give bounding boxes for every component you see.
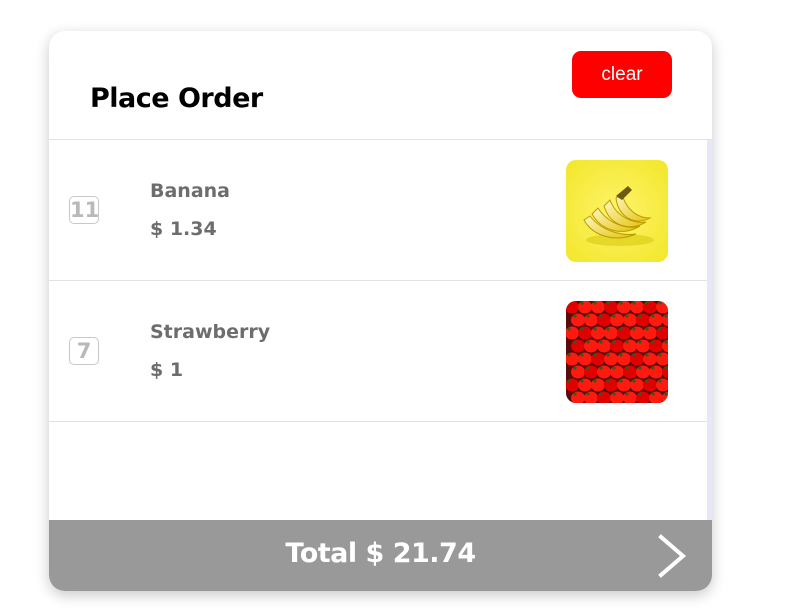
item-name: Strawberry [150,321,271,343]
item-price: $ 1.34 [150,218,217,240]
clear-button[interactable]: clear [572,51,672,98]
list-item: 7 Strawberry $ 1 [49,281,707,422]
banana-image [566,160,668,262]
list-item: 11 Banana $ 1.34 [49,140,707,281]
scrollbar[interactable] [707,140,712,520]
order-total: Total $ 21.74 [285,538,476,569]
order-header: Place Order clear [49,31,712,140]
order-item-list[interactable]: 11 Banana $ 1.34 7 Strawberry $ 1 [49,140,712,520]
order-footer: Total $ 21.74 [49,520,712,591]
quantity-badge: 7 [69,337,99,365]
page-title: Place Order [90,83,263,114]
item-price: $ 1 [150,359,184,381]
order-card: Place Order clear 11 Banana $ 1.34 7 Str… [49,31,712,591]
quantity-badge: 11 [69,196,100,224]
item-name: Banana [150,180,230,202]
chevron-right-icon[interactable] [655,533,691,579]
strawberry-image [566,301,668,403]
